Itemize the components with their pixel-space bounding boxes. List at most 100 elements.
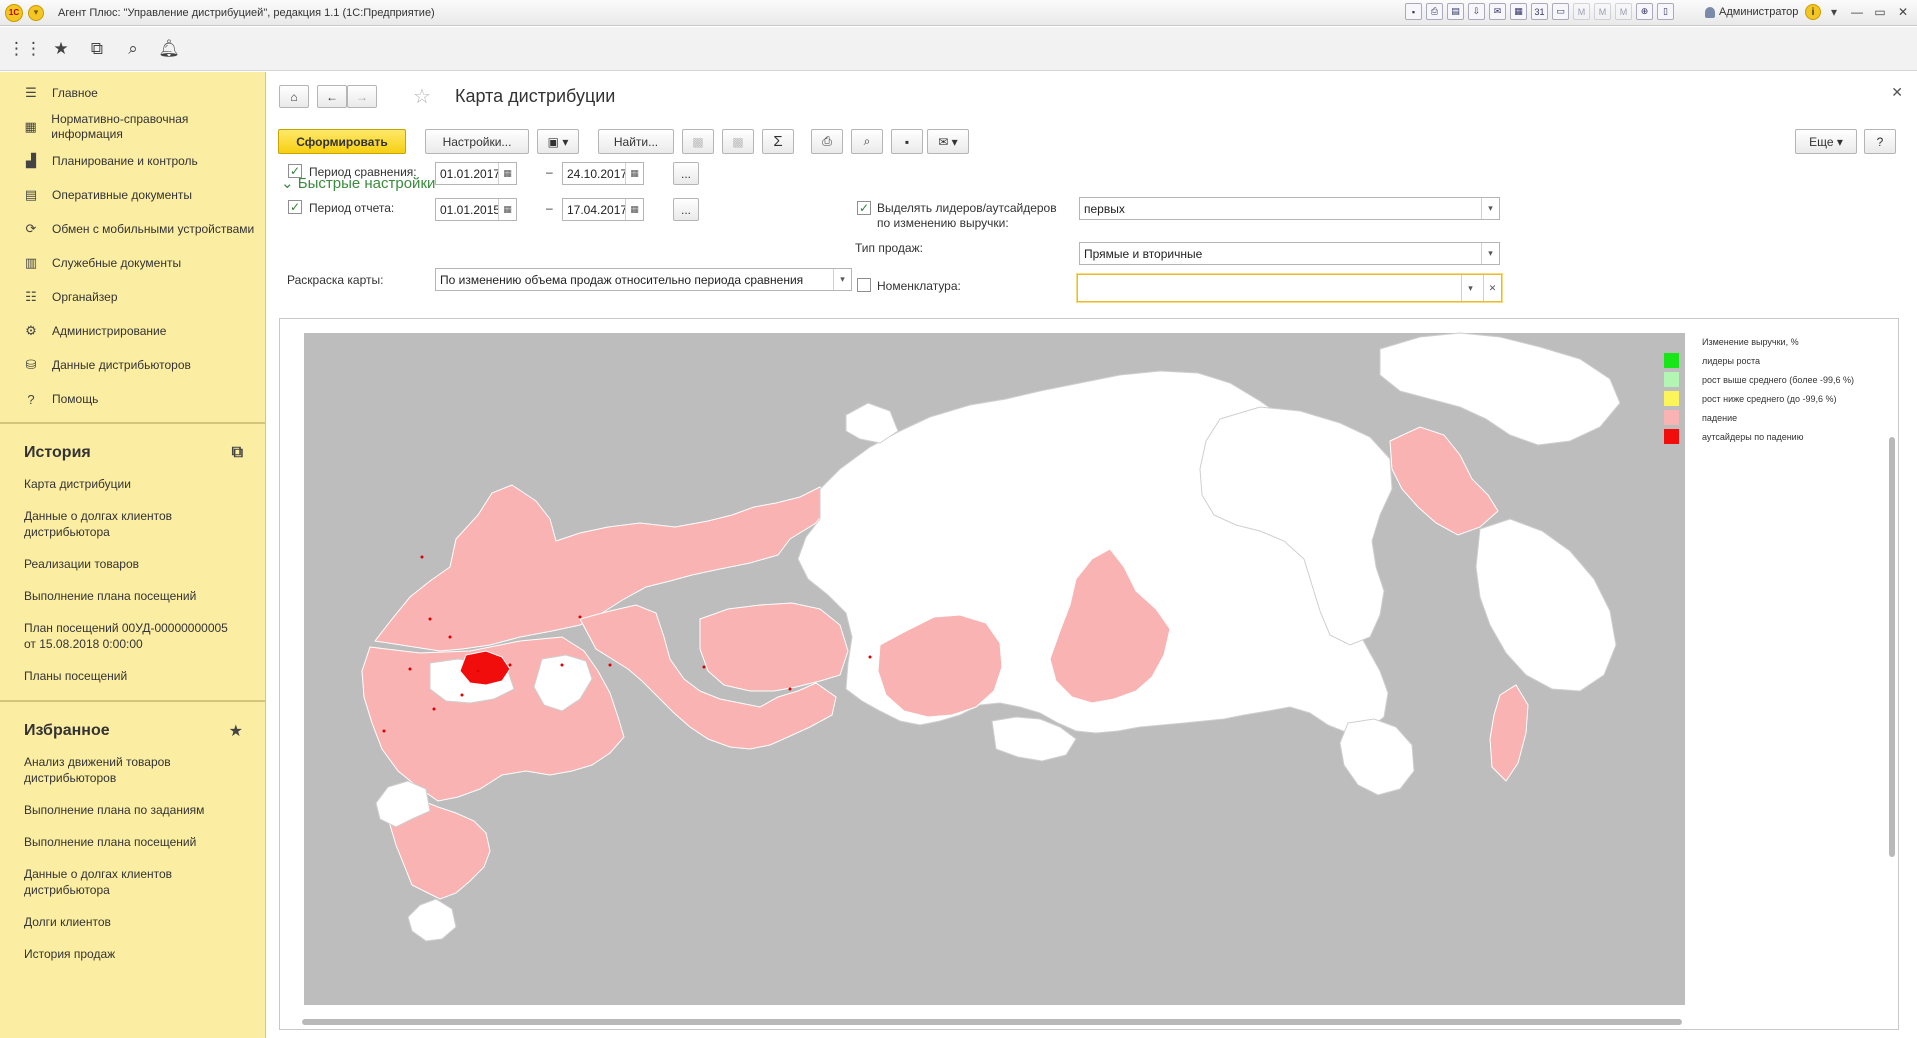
generate-button[interactable]: Сформировать <box>278 129 406 154</box>
forward-button[interactable]: → <box>347 85 377 108</box>
current-user[interactable]: Администратор <box>1705 6 1798 18</box>
leaders-checkbox[interactable]: ✓ <box>857 201 871 215</box>
preview-button[interactable]: ⌕ <box>851 129 883 154</box>
sidebar-item[interactable]: ⚙ Администрирование <box>0 314 265 348</box>
history-icon[interactable]: ⧉ <box>232 444 243 462</box>
search-icon[interactable]: ⌕ <box>122 38 144 60</box>
sidebar-item[interactable]: ⟳ Обмен с мобильными устройствами <box>0 212 265 246</box>
calendar-icon[interactable]: ▦ <box>498 163 516 184</box>
nomenclature-checkbox[interactable] <box>857 278 871 292</box>
chevron-down-icon[interactable]: ▾ <box>1481 198 1499 219</box>
attach-icon[interactable]: ⇩ <box>1468 3 1485 20</box>
region-siberia-west[interactable] <box>699 602 849 692</box>
sidebar-item[interactable]: ▤ Оперативные документы <box>0 178 265 212</box>
preview-icon[interactable]: ▤ <box>1447 3 1464 20</box>
apps-grid-icon[interactable]: ⋮⋮ <box>8 38 42 60</box>
period-compare-checkbox[interactable]: ✓ <box>288 164 302 178</box>
map-horizontal-scrollbar[interactable] <box>288 1018 1878 1026</box>
sidebar-item[interactable]: ☰ Главное <box>0 76 265 110</box>
list-item[interactable]: Данные о долгах клиентов дистрибьютора <box>24 858 243 906</box>
main-menu-icon[interactable]: ▾ <box>28 4 44 21</box>
period-compare-to[interactable]: 24.10.2017 ▦ <box>562 162 644 185</box>
sidebar-item-label: Данные дистрибьюторов <box>52 357 191 372</box>
chevron-down-icon[interactable]: ▾ <box>833 269 851 290</box>
save-icon[interactable]: ▪ <box>1405 3 1422 20</box>
period-compare-from[interactable]: 01.01.2017 ▦ <box>435 162 517 185</box>
home-button[interactable]: ⌂ <box>279 85 309 108</box>
period-report-select-button[interactable]: ... <box>673 198 699 221</box>
maximize-button[interactable]: ▭ <box>1870 3 1890 21</box>
list-item[interactable]: Выполнение плана по заданиям <box>24 794 243 826</box>
list-item[interactable]: Планы посещений <box>24 660 243 692</box>
list-item[interactable]: Данные о долгах клиентов дистрибьютора <box>24 500 243 548</box>
list-item[interactable]: Реализации товаров <box>24 548 243 580</box>
chevron-down-icon[interactable]: ▾ <box>1461 275 1479 301</box>
more-button[interactable]: Еще ▾ <box>1795 129 1857 154</box>
collapse-groups-button[interactable]: ▩ <box>722 129 754 154</box>
calendar-icon[interactable]: ▦ <box>498 199 516 220</box>
legend-label: рост выше среднего (более -99,6 %) <box>1702 374 1854 385</box>
add-favorite-star-icon[interactable]: ☆ <box>413 84 431 109</box>
save-button[interactable]: ▪ <box>891 129 923 154</box>
send-mail-button[interactable]: ✉ ▾ <box>927 129 969 154</box>
dropdown-icon[interactable]: ▾ <box>1824 3 1844 21</box>
calculator-icon[interactable]: ▦ <box>1510 3 1527 20</box>
legend-item: рост ниже среднего (до -99,6 %) <box>1664 389 1894 408</box>
print-button[interactable]: ⎙ <box>811 129 843 154</box>
memory-m-icon[interactable]: M <box>1573 3 1590 20</box>
period-report-to[interactable]: 17.04.2017 ▦ <box>562 198 644 221</box>
close-form-icon[interactable]: ✕ <box>1891 84 1903 101</box>
sidebar-item[interactable]: ☷ Органайзер <box>0 280 265 314</box>
list-item[interactable]: Выполнение плана посещений <box>24 826 243 858</box>
clipboard-icon[interactable]: ▭ <box>1552 3 1569 20</box>
period-report-checkbox[interactable]: ✓ <box>288 200 302 214</box>
zoom-icon[interactable]: ⊕ <box>1636 3 1653 20</box>
info-icon[interactable]: i <box>1805 4 1821 20</box>
memory-mminus-icon[interactable]: M <box>1615 3 1632 20</box>
sidebar-item[interactable]: ▟ Планирование и контроль <box>0 144 265 178</box>
map-coloring-select[interactable]: По изменению объема продаж относительно … <box>435 268 852 291</box>
print-icon[interactable]: ⎙ <box>1426 3 1443 20</box>
scroll-thumb[interactable] <box>1889 437 1895 857</box>
find-button[interactable]: Найти... <box>598 129 674 154</box>
sidebar-item[interactable]: ▥ Служебные документы <box>0 246 265 280</box>
expand-groups-button[interactable]: ▩ <box>682 129 714 154</box>
calendar-icon[interactable]: ▦ <box>625 163 643 184</box>
distribution-map[interactable] <box>280 319 1900 1031</box>
list-item[interactable]: Долги клиентов <box>24 906 243 938</box>
list-item[interactable]: Карта дистрибуции <box>24 468 243 500</box>
help-button[interactable]: ? <box>1864 129 1896 154</box>
list-item[interactable]: Анализ движений товаров дистрибьюторов <box>24 746 243 794</box>
sidebar-item[interactable]: ? Помощь <box>0 382 265 416</box>
memory-mplus-icon[interactable]: M <box>1594 3 1611 20</box>
variants-button[interactable]: ▣ ▾ <box>537 129 579 154</box>
nomenclature-input[interactable]: ▾ ✕ <box>1077 274 1502 302</box>
minimize-button[interactable]: — <box>1847 3 1867 21</box>
bell-icon[interactable]: 🔔︎ <box>158 38 180 60</box>
calendar-icon[interactable]: ▦ <box>625 199 643 220</box>
list-item[interactable]: История продаж <box>24 938 243 970</box>
sum-button[interactable]: Σ <box>762 129 794 154</box>
chevron-down-icon[interactable]: ▾ <box>1481 243 1499 264</box>
history-icon[interactable]: ⧉ <box>86 38 108 60</box>
mail-icon[interactable]: ✉ <box>1489 3 1506 20</box>
back-button[interactable]: ← <box>317 85 347 108</box>
map-vertical-scrollbar[interactable] <box>1888 327 1896 1011</box>
sales-type-select[interactable]: Прямые и вторичные ▾ <box>1079 242 1500 265</box>
list-item[interactable]: Выполнение плана посещений <box>24 580 243 612</box>
favorites-star-icon[interactable]: ★ <box>229 721 243 741</box>
clear-icon[interactable]: ✕ <box>1483 275 1501 301</box>
sidebar-item[interactable]: ⛁ Данные дистрибьюторов <box>0 348 265 382</box>
list-item[interactable]: План посещений 00УД-00000000005 от 15.08… <box>24 612 243 660</box>
distribution-map-frame: Изменение выручки, % лидеры роста рост вы… <box>279 318 1899 1030</box>
settings-button[interactable]: Настройки... <box>425 129 529 154</box>
leaders-select[interactable]: первых ▾ <box>1079 197 1500 220</box>
panels-icon[interactable]: ▯ <box>1657 3 1674 20</box>
period-compare-select-button[interactable]: ... <box>673 162 699 185</box>
calendar-icon[interactable]: 31 <box>1531 3 1548 20</box>
close-window-button[interactable]: ✕ <box>1893 3 1913 21</box>
scroll-thumb[interactable] <box>302 1019 1682 1025</box>
favorites-star-icon[interactable]: ★ <box>50 38 72 60</box>
period-report-from[interactable]: 01.01.2015 ▦ <box>435 198 517 221</box>
sidebar-item[interactable]: ▦ Нормативно-справочная информация <box>0 110 265 144</box>
